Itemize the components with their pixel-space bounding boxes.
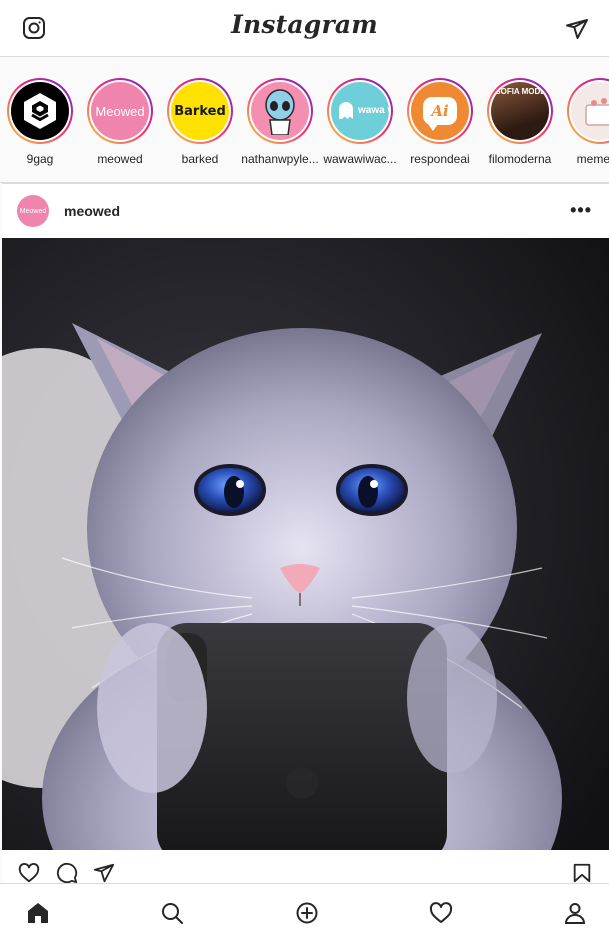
share-icon[interactable] bbox=[93, 862, 115, 884]
post-avatar[interactable]: Meowed bbox=[17, 195, 49, 227]
9gag-logo-icon bbox=[24, 93, 56, 129]
story-name: filomoderna bbox=[488, 152, 552, 166]
comment-icon[interactable] bbox=[56, 862, 78, 884]
story-memeria[interactable]: memeria bbox=[560, 78, 609, 166]
search-icon[interactable] bbox=[160, 901, 184, 925]
story-meowed[interactable]: Meowed meowed bbox=[80, 78, 160, 166]
home-icon[interactable] bbox=[26, 901, 50, 925]
story-nathanwpyle[interactable]: nathanwpyle... bbox=[240, 78, 320, 166]
story-avatar bbox=[251, 82, 309, 140]
story-avatar: Meowed bbox=[91, 82, 149, 140]
stories-tray: 9gag Meowed meowed Barked barked nathanw… bbox=[0, 57, 609, 183]
instagram-logo[interactable]: Instagram bbox=[0, 10, 609, 39]
top-header: Instagram bbox=[0, 0, 609, 57]
story-avatar-text: wawa wiwa bbox=[358, 105, 389, 116]
cake-icon bbox=[585, 98, 609, 126]
activity-heart-icon[interactable] bbox=[429, 901, 453, 925]
bottom-navigation bbox=[0, 883, 609, 939]
story-wawawiwa[interactable]: wawa wiwa wawawiwac... bbox=[320, 78, 400, 166]
bookmark-icon[interactable] bbox=[571, 862, 593, 884]
post-header: Meowed meowed ••• bbox=[2, 184, 609, 238]
story-name: barked bbox=[181, 152, 219, 166]
story-avatar: Ai bbox=[411, 82, 469, 140]
cat-with-phone-photo bbox=[2, 238, 609, 850]
instagram-app: Instagram 9gag Meowed meowed Barked bark… bbox=[0, 0, 609, 939]
story-name: meowed bbox=[97, 152, 143, 166]
post-actions bbox=[2, 850, 609, 884]
story-barked[interactable]: Barked barked bbox=[160, 78, 240, 166]
more-options-icon[interactable]: ••• bbox=[570, 200, 592, 221]
ghost-icon bbox=[339, 102, 353, 119]
story-name: memeria bbox=[576, 152, 609, 166]
add-post-icon[interactable] bbox=[295, 901, 319, 925]
story-9gag[interactable]: 9gag bbox=[0, 78, 80, 166]
story-filomoderna[interactable]: FILOSOFIA MODERNA filomoderna bbox=[480, 78, 560, 166]
post-username[interactable]: meowed bbox=[64, 203, 120, 219]
story-name: respondeai bbox=[410, 152, 470, 166]
direct-message-icon[interactable] bbox=[565, 17, 589, 41]
profile-icon[interactable] bbox=[563, 901, 587, 925]
story-avatar bbox=[11, 82, 69, 140]
speech-bubble-icon: Ai bbox=[423, 97, 457, 131]
strange-planet-character-icon bbox=[265, 89, 295, 135]
story-name: nathanwpyle... bbox=[241, 152, 319, 166]
story-name: wawawiwac... bbox=[323, 152, 397, 166]
story-avatar: wawa wiwa bbox=[331, 82, 389, 140]
story-respondeai[interactable]: Ai respondeai bbox=[400, 78, 480, 166]
story-avatar: FILOSOFIA MODERNA bbox=[491, 82, 549, 140]
feed-post: Meowed meowed ••• bbox=[2, 183, 609, 884]
story-name: 9gag bbox=[26, 152, 54, 166]
story-avatar: Barked bbox=[171, 82, 229, 140]
story-avatar bbox=[571, 82, 609, 140]
post-image[interactable] bbox=[2, 238, 609, 850]
story-avatar-text: Ai bbox=[431, 102, 449, 120]
heart-icon[interactable] bbox=[18, 862, 40, 884]
